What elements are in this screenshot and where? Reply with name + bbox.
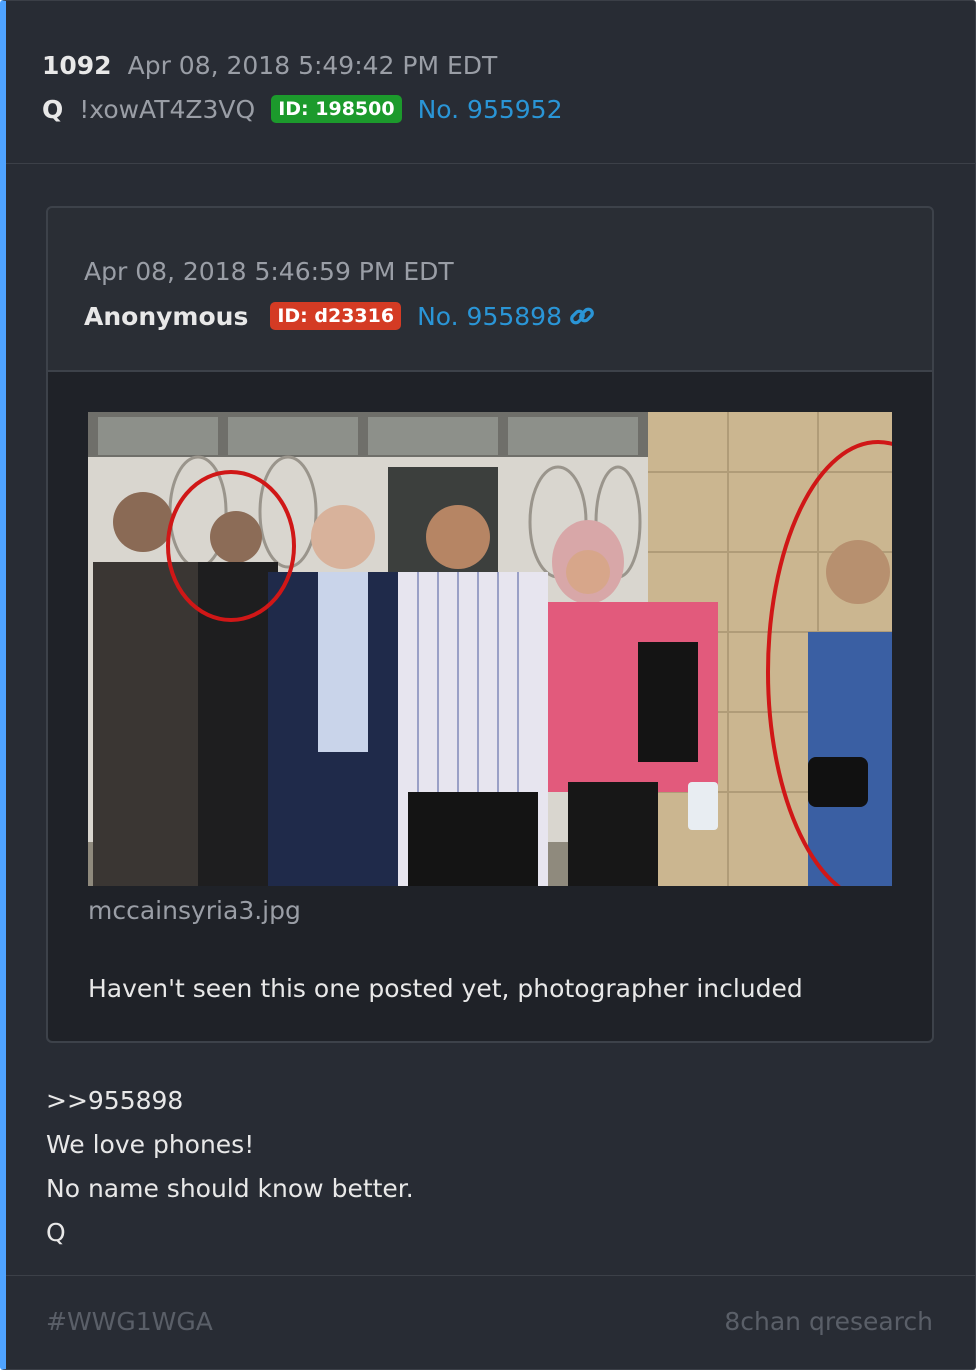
post-date: Apr 08, 2018 5:49:42 PM EDT (127, 50, 498, 80)
post-card: 1092 Apr 08, 2018 5:49:42 PM EDT Q !xowA… (0, 0, 976, 1370)
hashtag-label: #WWG1WGA (46, 1307, 213, 1336)
tripcode: !xowAT4Z3VQ (79, 94, 256, 124)
quoted-poster-name: Anonymous (84, 301, 249, 331)
attached-image[interactable] (88, 412, 892, 886)
post-body-line: No name should know better. (46, 1174, 414, 1203)
poster-name: Q (42, 94, 64, 124)
post-footer: #WWG1WGA 8chan qresearch (46, 1307, 933, 1336)
quoted-id-badge: ID: d23316 (270, 302, 402, 330)
post-body: >>955898 We love phones! No name should … (46, 1081, 414, 1257)
quoted-post-date: Apr 08, 2018 5:46:59 PM EDT (84, 257, 454, 286)
footer-divider (6, 1275, 975, 1276)
quoted-post: Apr 08, 2018 5:46:59 PM EDT Anonymous ID… (46, 206, 934, 1043)
source-label: 8chan qresearch (724, 1307, 933, 1336)
post-number: 1092 (42, 50, 112, 80)
post-body-line: We love phones! (46, 1130, 255, 1159)
image-filename[interactable]: mccainsyria3.jpg (88, 896, 301, 925)
link-icon[interactable] (568, 302, 596, 330)
post-header: 1092 Apr 08, 2018 5:49:42 PM EDT Q !xowA… (42, 45, 955, 131)
quoted-post-body: mccainsyria3.jpg Haven't seen this one p… (48, 370, 932, 1041)
quoted-post-header: Apr 08, 2018 5:46:59 PM EDT Anonymous ID… (84, 252, 912, 338)
quoted-post-text: Haven't seen this one posted yet, photog… (88, 974, 803, 1003)
post-signature: Q (46, 1218, 66, 1247)
quoted-post-number-link[interactable]: No. 955898 (417, 302, 562, 331)
post-number-link[interactable]: No. 955952 (418, 95, 563, 124)
header-divider (6, 163, 975, 164)
reply-link[interactable]: >>955898 (46, 1081, 414, 1125)
poster-id-badge: ID: 198500 (271, 95, 402, 123)
